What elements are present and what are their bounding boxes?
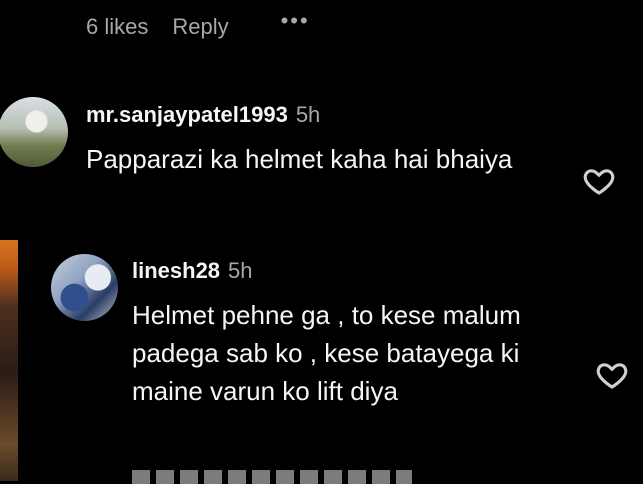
heart-outline-icon[interactable] <box>595 358 629 392</box>
comment-header: mr.sanjaypatel1993 5h <box>86 102 320 128</box>
username[interactable]: mr.sanjaypatel1993 <box>86 102 288 127</box>
comment-header: linesh28 5h <box>132 258 253 284</box>
more-dots-icon[interactable]: ••• <box>281 8 310 34</box>
media-edge <box>0 240 18 481</box>
timestamp: 5h <box>228 258 253 283</box>
heart-outline-icon[interactable] <box>582 164 616 198</box>
comment-text: Helmet pehne ga , to kese malum padega s… <box>132 300 521 406</box>
truncated-next-comment <box>132 470 412 484</box>
comment-actions-row: 6 likes Reply ••• <box>86 8 310 40</box>
avatar[interactable] <box>0 97 68 167</box>
username[interactable]: linesh28 <box>132 258 220 283</box>
reply-button[interactable]: Reply <box>172 14 228 40</box>
avatar[interactable] <box>51 254 118 321</box>
likes-count[interactable]: 6 likes <box>86 14 148 40</box>
comment-text: Papparazi ka helmet kaha hai bhaiya <box>86 144 513 174</box>
timestamp: 5h <box>295 102 321 127</box>
